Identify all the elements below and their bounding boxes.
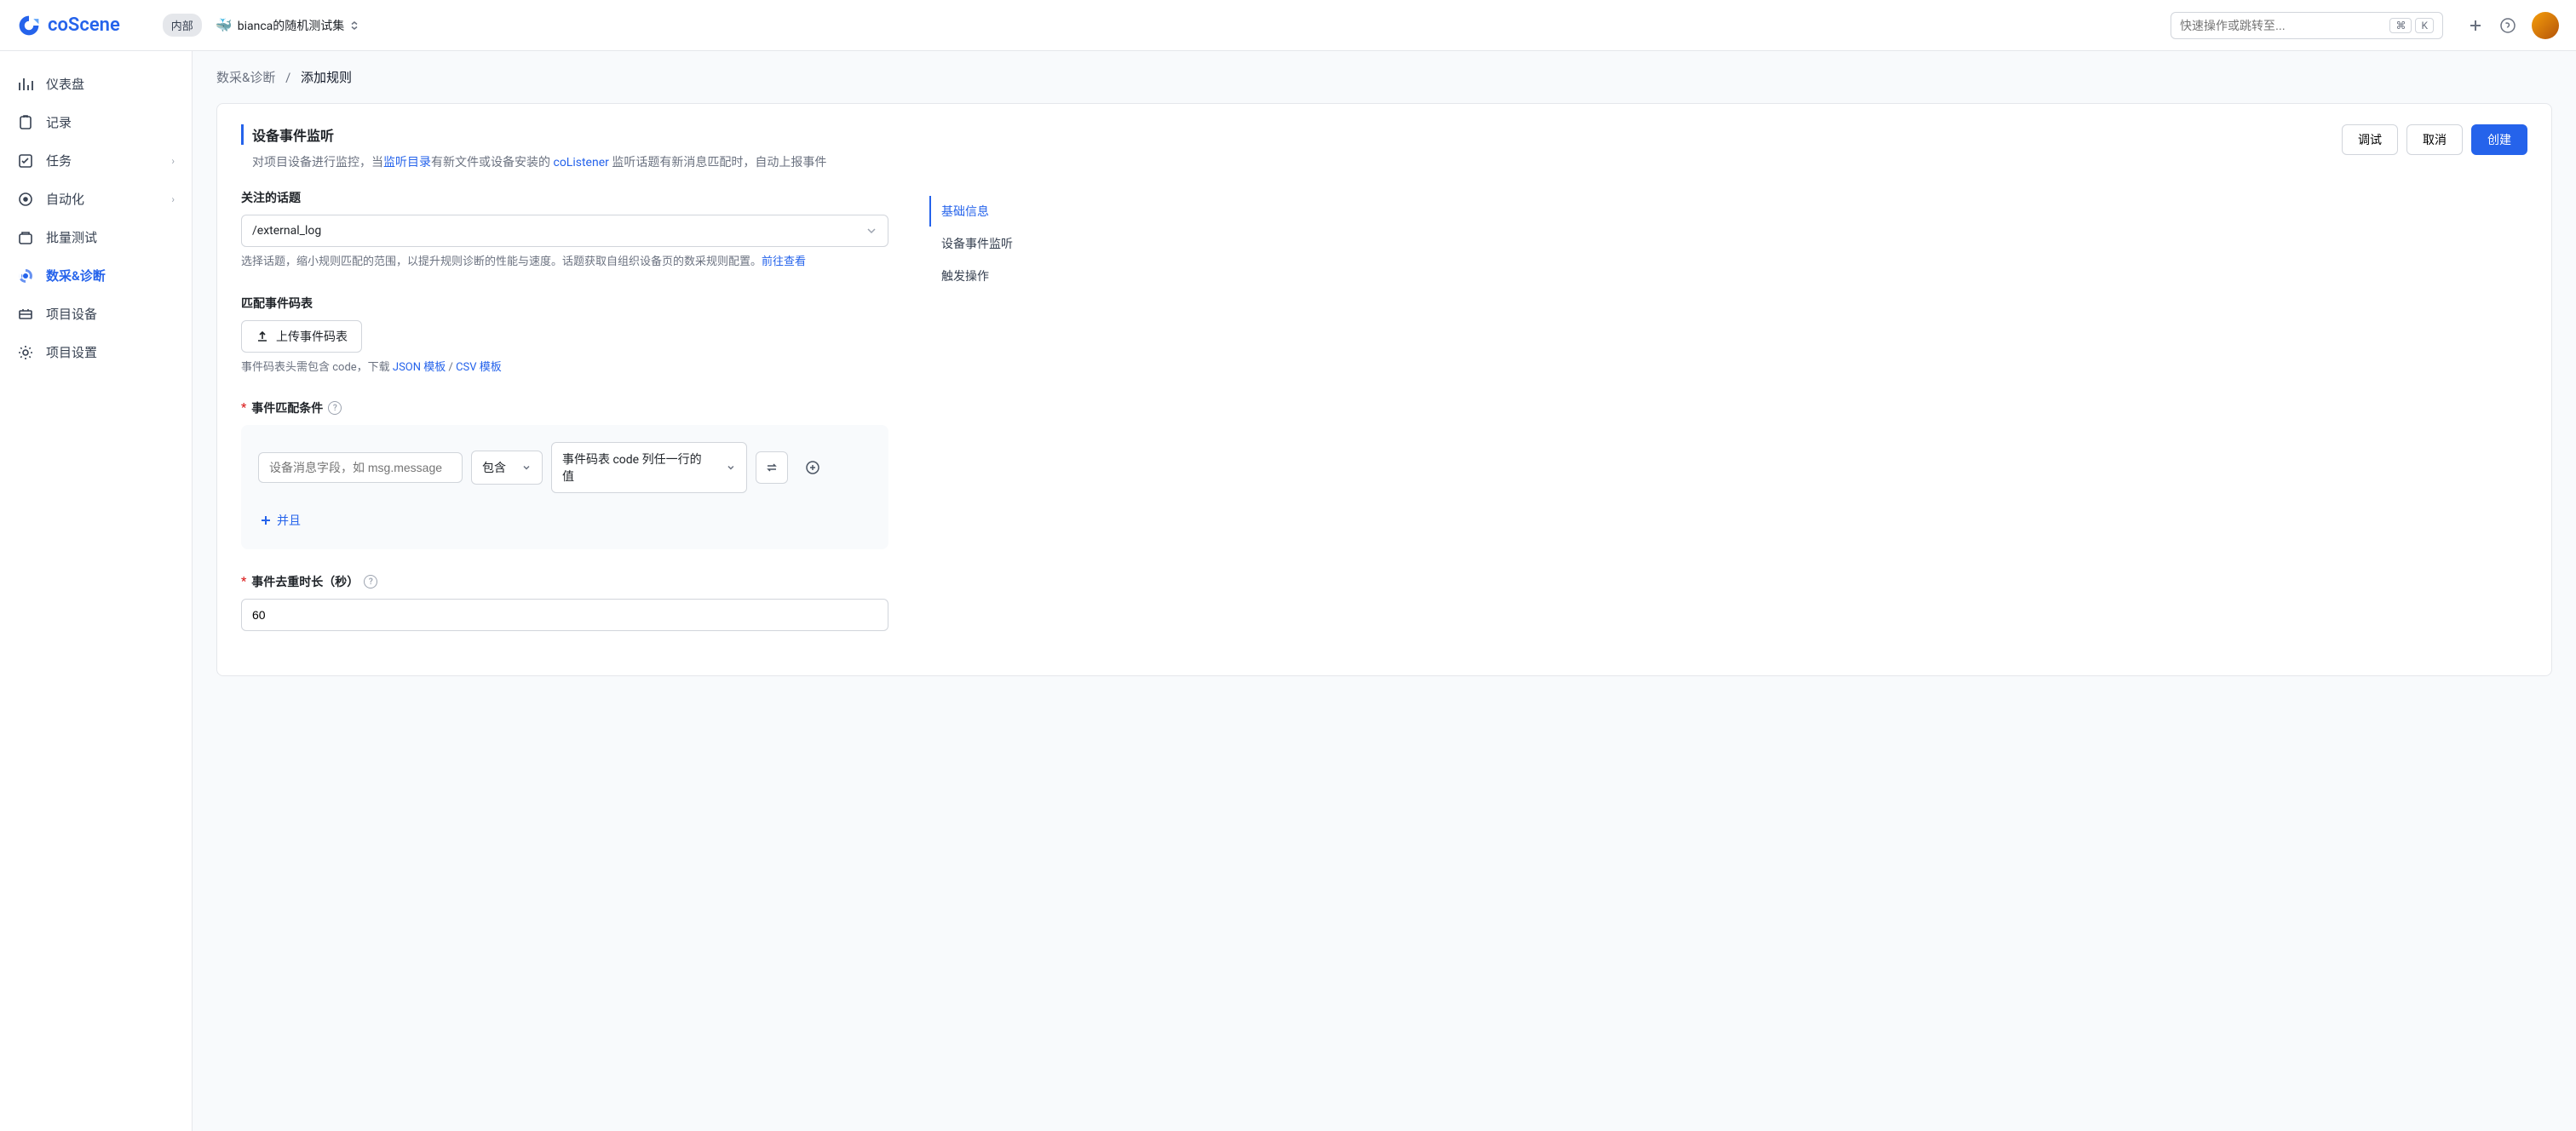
search-input[interactable] [2180,19,2389,32]
sidebar-item-automation[interactable]: 自动化 › [9,180,183,218]
field-dedup: * 事件去重时长（秒） ? [241,573,888,631]
dashboard-icon [17,76,34,93]
field-label-condition: 事件匹配条件 [251,399,323,416]
records-icon [17,114,34,131]
sidebar-item-tasks[interactable]: 任务 › [9,141,183,180]
question-icon [2499,17,2516,34]
goto-view-link[interactable]: 前往查看 [762,255,806,268]
sidebar-item-label: 数采&诊断 [46,267,106,284]
devices-icon [17,306,34,323]
upload-icon [256,330,269,343]
create-button[interactable]: 创建 [2471,124,2527,155]
chevron-down-icon [726,462,736,473]
chevron-down-icon [521,462,532,473]
page-description: 对项目设备进行监控，当监听目录有新文件或设备安装的 coListener 监听话… [241,153,826,172]
chevron-right-icon: › [171,155,175,167]
main-content: 数采&诊断 / 添加规则 设备事件监听 对项目设备进行监控，当监听目录有新文件或… [193,51,2576,1131]
logo-icon [17,14,41,37]
add-condition-button[interactable] [796,451,829,484]
internal-badge: 内部 [163,14,202,37]
upload-code-table-button[interactable]: 上传事件码表 [241,320,362,353]
form-main: 关注的话题 /external_log 选择话题，缩小规则匹配的范围，以提升规则… [241,189,888,655]
add-and-button[interactable]: 并且 [258,508,302,532]
sidebar-item-settings[interactable]: 项目设置 [9,333,183,371]
swap-button[interactable] [756,451,788,484]
chevron-down-icon [865,225,877,237]
automation-icon [17,191,34,208]
breadcrumb-current: 添加规则 [301,70,352,85]
field-label-dedup: 事件去重时长（秒） [251,573,359,590]
field-label-code-table: 匹配事件码表 [241,295,888,312]
cancel-button[interactable]: 取消 [2406,124,2463,155]
sidebar-item-label: 项目设置 [46,343,97,361]
selector-icon [349,20,359,31]
sidebar-item-batch[interactable]: 批量测试 [9,218,183,256]
project-switcher[interactable]: 内部 🐳 bianca的随机测试集 [163,14,367,37]
field-code-table: 匹配事件码表 上传事件码表 事件码表头需包含 code，下载 JSON 模板 /… [241,295,888,376]
user-avatar[interactable] [2532,12,2559,39]
topic-help: 选择话题，缩小规则匹配的范围，以提升规则诊断的性能与速度。话题获取自组织设备页的… [241,254,888,271]
logo[interactable]: coScene [17,14,120,37]
sidebar-item-label: 项目设备 [46,305,97,323]
debug-button[interactable]: 调试 [2342,124,2398,155]
field-topic: 关注的话题 /external_log 选择话题，缩小规则匹配的范围，以提升规则… [241,189,888,271]
form-nav-events[interactable]: 设备事件监听 [929,228,1083,259]
whale-icon: 🐳 [216,17,233,33]
condition-operator-select[interactable]: 包含 [471,451,543,485]
plus-circle-icon [805,460,820,475]
field-condition: * 事件匹配条件 ? 包含 [241,399,888,549]
help-button[interactable] [2494,12,2521,39]
breadcrumb-separator: / [285,70,290,85]
breadcrumb-parent[interactable]: 数采&诊断 [216,70,275,85]
sidebar-item-label: 仪表盘 [46,75,84,93]
sidebar-item-label: 任务 [46,152,72,169]
breadcrumb: 数采&诊断 / 添加规则 [193,51,2576,103]
required-marker: * [241,401,246,415]
form-nav-triggers[interactable]: 触发操作 [929,261,1083,291]
gear-icon [17,344,34,361]
chevron-right-icon: › [171,193,175,205]
colistener-link[interactable]: coListener [553,156,608,169]
condition-field-input[interactable] [258,452,463,483]
sidebar-item-devices[interactable]: 项目设备 [9,295,183,333]
sidebar-item-diagnosis[interactable]: 数采&诊断 [9,256,183,295]
global-search[interactable]: ⌘ K [2171,12,2443,39]
sidebar: 仪表盘 记录 任务 › 自动化 › 批量测试 数采&诊断 项目设备 [0,51,193,1131]
sidebar-item-label: 批量测试 [46,228,97,246]
sidebar-item-dashboard[interactable]: 仪表盘 [9,65,183,103]
search-shortcut: ⌘ K [2389,18,2434,33]
listen-dir-link[interactable]: 监听目录 [383,156,431,169]
page-title: 设备事件监听 [241,124,826,145]
plus-icon [260,514,272,526]
form-card: 设备事件监听 对项目设备进行监控，当监听目录有新文件或设备安装的 coListe… [216,103,2552,676]
add-button[interactable] [2462,12,2489,39]
csv-template-link[interactable]: CSV 模板 [456,361,502,374]
batch-icon [17,229,34,246]
required-marker: * [241,575,246,588]
swap-icon [765,461,779,474]
condition-panel: 包含 事件码表 code 列任一行的值 [241,425,888,549]
sidebar-item-records[interactable]: 记录 [9,103,183,141]
diagnosis-icon [17,267,34,284]
tasks-icon [17,152,34,169]
sidebar-item-label: 记录 [46,113,72,131]
form-nav: 基础信息 设备事件监听 触发操作 [929,189,1083,655]
code-table-help: 事件码表头需包含 code，下载 JSON 模板 / CSV 模板 [241,359,888,376]
top-header: coScene 内部 🐳 bianca的随机测试集 ⌘ K [0,0,2576,51]
sidebar-item-label: 自动化 [46,190,84,208]
dedup-input[interactable] [241,599,888,631]
help-icon[interactable]: ? [328,401,342,415]
condition-row: 包含 事件码表 code 列任一行的值 [258,442,871,493]
json-template-link[interactable]: JSON 模板 [393,361,446,374]
form-nav-basic[interactable]: 基础信息 [929,196,1083,227]
help-icon[interactable]: ? [364,575,377,588]
logo-text: coScene [48,14,120,36]
topic-value: /external_log [252,224,321,238]
topic-select[interactable]: /external_log [241,215,888,247]
condition-value-select[interactable]: 事件码表 code 列任一行的值 [551,442,747,493]
project-name: bianca的随机测试集 [238,17,345,34]
field-label-topic: 关注的话题 [241,189,888,206]
plus-icon [2468,18,2483,33]
